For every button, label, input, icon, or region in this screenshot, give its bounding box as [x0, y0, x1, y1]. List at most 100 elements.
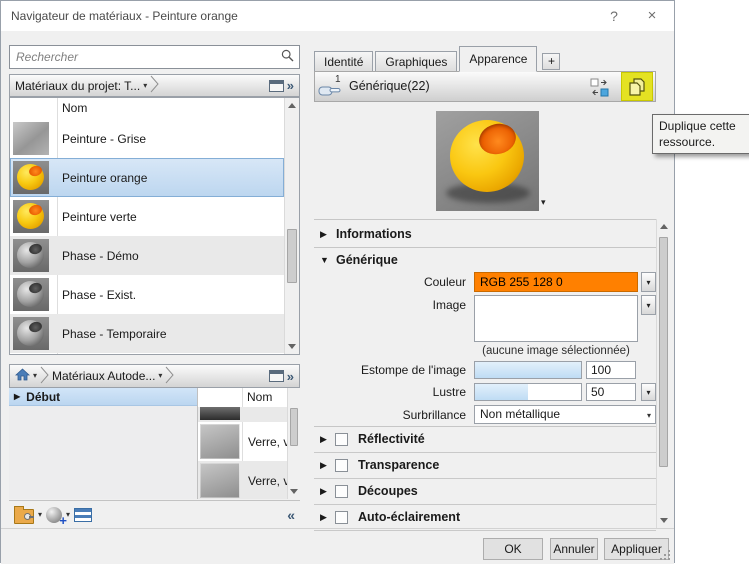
library-bar[interactable]: ▾ Matériaux Autode... ▾ » — [9, 364, 300, 388]
ok-button[interactable]: OK — [483, 538, 543, 560]
library-tree-root[interactable]: ▶ Début — [9, 388, 197, 406]
expander-icon[interactable]: ▶ — [320, 427, 327, 452]
asset-preview-thumbnail[interactable] — [436, 111, 539, 211]
home-icon[interactable] — [15, 368, 30, 384]
scroll-down-icon[interactable] — [288, 484, 300, 499]
material-list-row[interactable]: Peinture orange — [10, 158, 284, 197]
collapsed-sections: ▶ Réflectivité ▶ Transparence ▶ Découpes… — [314, 427, 656, 531]
section-réflectivité[interactable]: ▶ Réflectivité — [314, 427, 656, 453]
material-thumbnail — [200, 407, 240, 420]
usage-count: 1 — [335, 74, 341, 85]
scroll-down-icon[interactable] — [285, 339, 299, 354]
expand-panel-button[interactable]: » — [287, 78, 294, 93]
image-note: (aucune image sélectionnée) — [468, 345, 644, 357]
scroll-up-icon[interactable] — [285, 98, 299, 113]
materials-scrollbar[interactable] — [284, 98, 299, 354]
collapse-panel-button[interactable]: « — [287, 507, 295, 523]
tab-graphiques[interactable]: Graphiques — [375, 51, 457, 72]
properties-scrollbar[interactable] — [656, 219, 670, 528]
expander-icon[interactable]: ▶ — [320, 479, 327, 504]
material-name: Verre, vit — [240, 435, 287, 449]
panel-view-icon[interactable] — [269, 370, 284, 382]
estompe-slider[interactable] — [474, 361, 582, 379]
resize-grip-icon[interactable] — [660, 550, 670, 560]
tooltip: Duplique cette ressource. — [652, 114, 749, 154]
help-button[interactable]: ? — [598, 1, 630, 31]
library-list-row[interactable]: Verre, vit — [198, 461, 287, 499]
library-list-row[interactable] — [198, 407, 287, 422]
section-informations[interactable]: ▶ Informations — [314, 222, 656, 247]
scrollbar-thumb[interactable] — [287, 229, 297, 283]
section-auto-éclairement[interactable]: ▶ Auto-éclairement — [314, 505, 656, 531]
lustre-dropdown-button[interactable]: ▾ — [641, 383, 656, 401]
material-list-row[interactable]: Phase - Démo — [10, 236, 284, 275]
material-thumbnail — [13, 239, 49, 272]
duplicate-asset-button[interactable] — [621, 72, 653, 101]
panel-view-icon[interactable] — [269, 80, 284, 92]
scroll-up-icon[interactable] — [657, 219, 670, 234]
surbrillance-select[interactable]: Non métallique ▾ — [474, 405, 656, 424]
scrollbar-thumb[interactable] — [659, 237, 668, 467]
chevron-down-icon[interactable]: ▾ — [158, 372, 162, 380]
expander-icon[interactable]: ▶ — [320, 222, 327, 247]
expander-icon[interactable]: ▼ — [320, 248, 329, 273]
manage-library-icon[interactable] — [14, 509, 34, 524]
browser-toolbar: ▾ + ▾ « — [9, 500, 300, 528]
color-dropdown-button[interactable]: ▾ — [641, 272, 656, 292]
close-button[interactable]: × — [636, 1, 668, 31]
image-field[interactable] — [474, 295, 638, 342]
expand-panel-button[interactable]: » — [287, 369, 294, 384]
breadcrumb-chevron-icon — [40, 366, 49, 387]
section-checkbox[interactable] — [335, 433, 348, 446]
library-panel: ▶ Début Nom Verre, vit Verre, vit — [9, 388, 300, 499]
library-scrollbar[interactable] — [287, 388, 300, 499]
lustre-slider[interactable] — [474, 383, 582, 401]
replace-asset-icon[interactable] — [590, 78, 609, 100]
section-label: Générique — [336, 248, 398, 273]
section-checkbox[interactable] — [335, 485, 348, 498]
expander-icon[interactable]: ▶ — [320, 505, 327, 530]
chevron-down-icon[interactable]: ▾ — [38, 511, 42, 519]
estompe-value[interactable]: 100 — [586, 361, 636, 379]
section-découpes[interactable]: ▶ Découpes — [314, 479, 656, 505]
chevron-down-icon[interactable]: ▾ — [33, 372, 37, 380]
material-name: Phase - Temporaire — [49, 327, 167, 341]
project-materials-label: Matériaux du projet: T... — [15, 79, 140, 93]
tab-apparence[interactable]: Apparence — [459, 46, 537, 72]
scroll-down-icon[interactable] — [657, 513, 670, 528]
scrollbar-thumb[interactable] — [290, 408, 298, 446]
material-name: Peinture verte — [49, 210, 137, 224]
search-icon[interactable] — [281, 49, 294, 65]
create-material-icon[interactable]: + — [46, 507, 62, 523]
section-checkbox[interactable] — [335, 511, 348, 524]
tab-identité[interactable]: Identité — [314, 51, 373, 72]
screen: Navigateur de matériaux - Peinture orang… — [0, 0, 749, 575]
project-materials-bar[interactable]: Matériaux du projet: T... ▾ » — [9, 74, 300, 97]
material-thumbnail — [13, 278, 49, 311]
section-label: Auto-éclairement — [358, 505, 460, 530]
material-list-row[interactable]: Phase - Exist. — [10, 275, 284, 314]
cancel-button[interactable]: Annuler — [550, 538, 598, 560]
library-list-row[interactable]: Verre, vit — [198, 422, 287, 461]
material-list-row[interactable]: Phase - Temporaire — [10, 314, 284, 353]
section-transparence[interactable]: ▶ Transparence — [314, 453, 656, 479]
material-list-row[interactable]: Peinture verte — [10, 197, 284, 236]
material-list-row[interactable]: Peinture - Grise — [10, 119, 284, 158]
section-generique[interactable]: ▼ Générique — [314, 248, 656, 273]
preview-options-chevron-icon[interactable]: ▾ — [541, 198, 546, 207]
image-dropdown-button[interactable]: ▾ — [641, 295, 656, 315]
color-swatch[interactable]: RGB 255 128 0 — [474, 272, 638, 292]
expander-icon[interactable]: ▶ — [14, 392, 20, 401]
materials-list-header[interactable]: Nom — [10, 98, 299, 119]
search-input[interactable] — [10, 50, 281, 64]
section-label: Transparence — [358, 453, 439, 478]
list-view-icon[interactable] — [74, 508, 92, 522]
chevron-down-icon[interactable]: ▾ — [143, 82, 147, 90]
library-materials-list: Nom Verre, vit Verre, vit — [197, 388, 300, 499]
search-box — [9, 45, 300, 69]
lustre-value[interactable]: 50 — [586, 383, 636, 401]
section-checkbox[interactable] — [335, 459, 348, 472]
library-list-header[interactable]: Nom — [198, 388, 300, 407]
tab-add[interactable]: + — [542, 53, 560, 70]
expander-icon[interactable]: ▶ — [320, 453, 327, 478]
